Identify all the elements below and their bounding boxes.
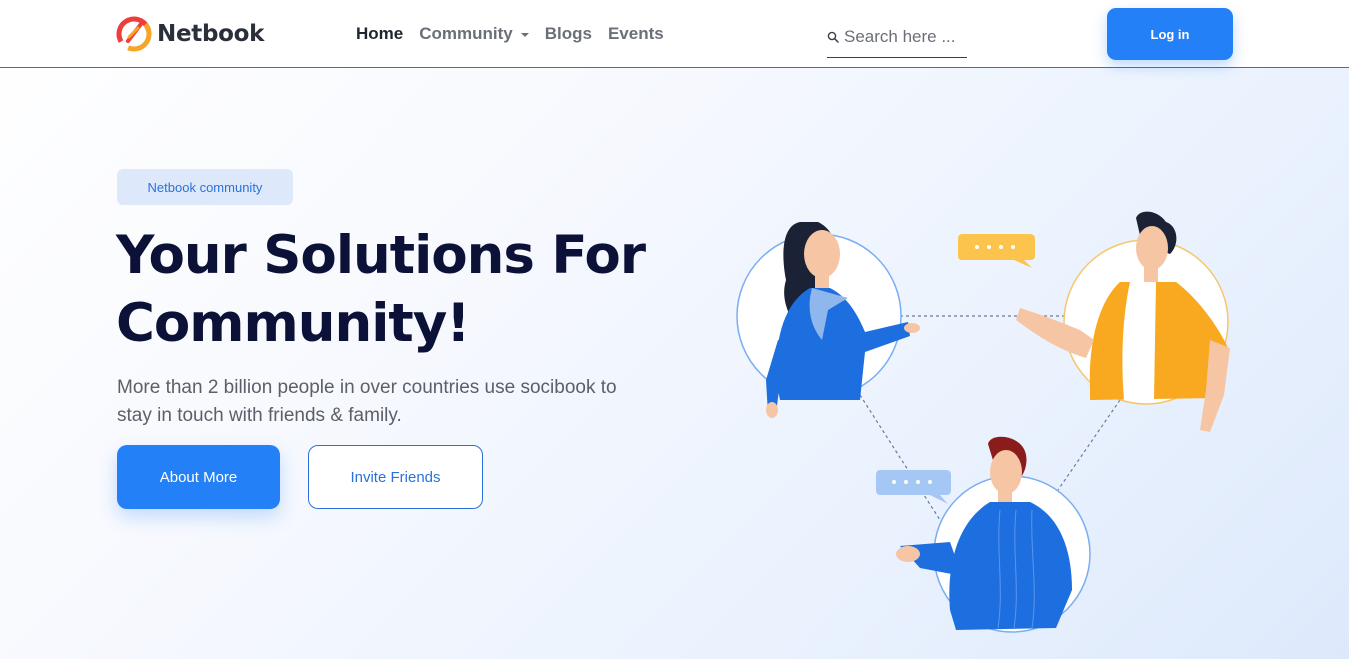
hero-description: More than 2 billion people in over count…: [117, 377, 617, 426]
man-blue-avatar: [896, 436, 1091, 633]
nav-item-events[interactable]: Events: [608, 24, 664, 44]
about-more-button[interactable]: About More: [117, 445, 280, 509]
brand-name: Netbook: [157, 21, 265, 47]
nav-item-blogs[interactable]: Blogs: [545, 24, 592, 44]
nav-item-home[interactable]: Home: [356, 24, 403, 44]
man-yellow-avatar: [1016, 211, 1230, 432]
search-icon: [827, 31, 839, 43]
search-input[interactable]: [844, 26, 964, 47]
community-illustration: [736, 211, 1230, 633]
chat-bubble-icon: [876, 470, 951, 504]
nav-item-community-label: Community: [419, 24, 513, 43]
navbar: Netbook Home Community Blogs Events Log …: [0, 0, 1349, 68]
woman-avatar: [736, 222, 920, 418]
community-badge: Netbook community: [117, 169, 293, 205]
chat-bubble-icon: [958, 234, 1035, 268]
chevron-down-icon: [520, 33, 529, 37]
login-button[interactable]: Log in: [1107, 8, 1233, 60]
nav-item-community[interactable]: Community: [419, 24, 529, 44]
search-box: [827, 20, 967, 58]
main-nav: Home Community Blogs Events: [356, 24, 680, 44]
invite-friends-button[interactable]: Invite Friends: [308, 445, 483, 509]
brand-logo[interactable]: Netbook: [116, 16, 264, 52]
hero-title: Your Solutions For Community!: [116, 225, 646, 354]
netbook-logo-icon: [116, 16, 152, 52]
